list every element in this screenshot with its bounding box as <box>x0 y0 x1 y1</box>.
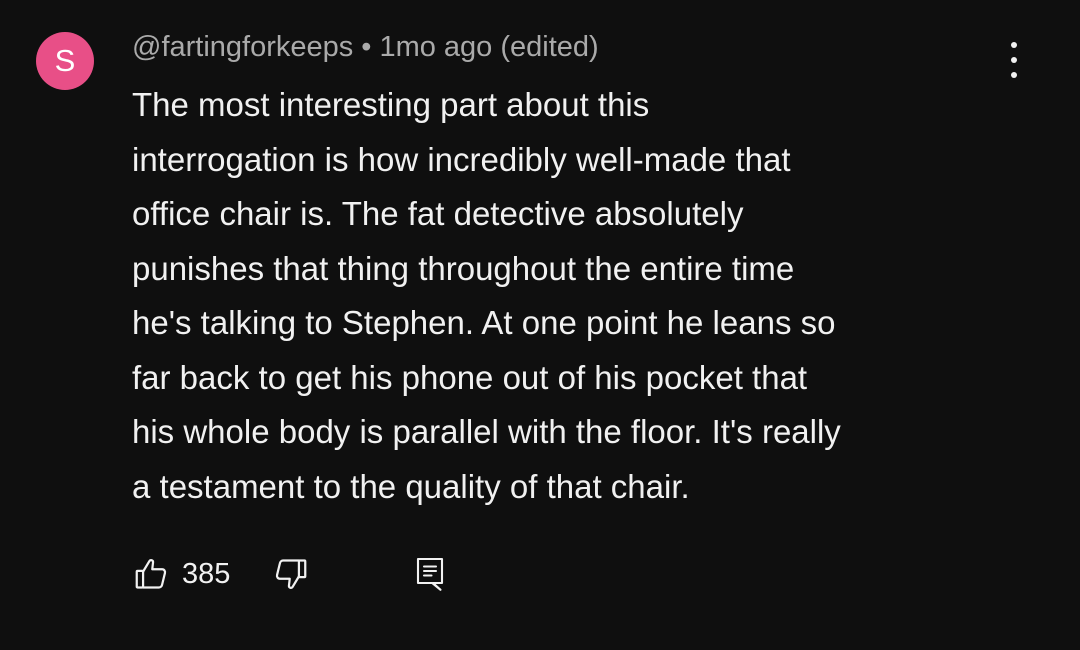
comment-text-line: a testament to the quality of that chair… <box>132 467 690 505</box>
thumbs-up-icon <box>132 555 170 593</box>
header-separator: • <box>361 31 372 63</box>
comment-actions: 385 <box>132 552 448 596</box>
comment-text-line: his whole body is parallel with the floo… <box>132 413 841 450</box>
comment-timestamp[interactable]: 1mo ago (edited) <box>379 31 598 63</box>
more-vertical-icon-dot <box>1011 57 1017 63</box>
comment-text-line: far back to get his phone out of his poc… <box>132 358 808 396</box>
comment-text: The most interesting part about this int… <box>132 78 1032 514</box>
more-vertical-icon-dot <box>1011 42 1017 48</box>
comment-text-line: interrogation is how incredibly well-mad… <box>132 140 791 178</box>
comment-thread-item: S @fartingforkeeps • 1mo ago (edited) The … <box>0 0 1080 650</box>
comment-text-line: punishes that thing throughout the entir… <box>132 249 795 287</box>
comment-text-line: office chair is. The fat detective absol… <box>132 195 744 232</box>
avatar-letter: S <box>54 43 76 78</box>
like-count: 385 <box>182 557 231 590</box>
more-actions-button[interactable] <box>1000 42 1028 78</box>
comment-text-line: The most interesting part about this <box>132 86 650 123</box>
reply-button[interactable] <box>412 555 448 593</box>
comment-text-line: he's talking to Stephen. At one point he… <box>132 304 836 341</box>
dislike-button[interactable] <box>272 555 310 593</box>
comment-header: @fartingforkeeps • 1mo ago (edited) <box>132 30 599 64</box>
thumbs-down-icon <box>272 555 310 593</box>
like-button[interactable]: 385 <box>132 555 230 593</box>
avatar[interactable]: S <box>36 32 94 90</box>
reply-comment-icon <box>412 555 448 593</box>
author-name[interactable]: @fartingforkeeps <box>132 31 353 63</box>
